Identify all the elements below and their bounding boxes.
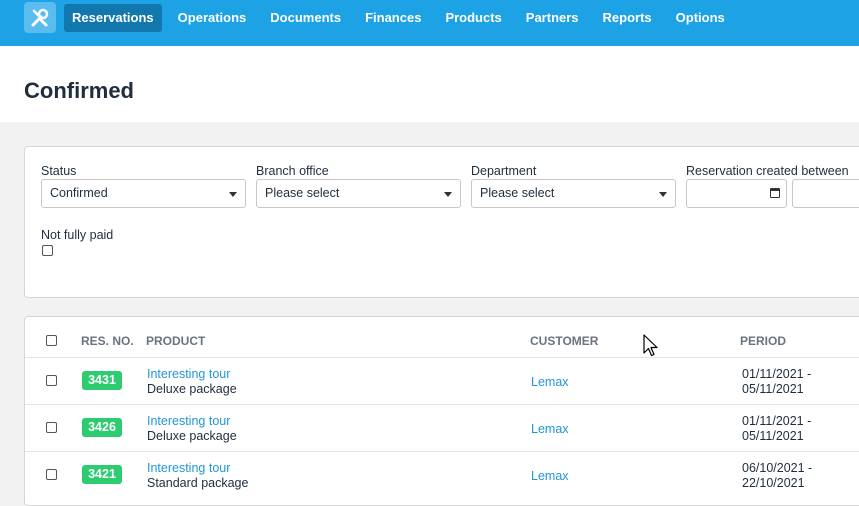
period-end: 22/10/2021: [742, 476, 805, 490]
calendar-icon[interactable]: [770, 188, 780, 198]
column-header-customer[interactable]: CUSTOMER: [530, 334, 598, 348]
select-all-checkbox[interactable]: [46, 335, 57, 346]
customer-link[interactable]: Lemax: [531, 422, 569, 436]
product-link[interactable]: Interesting tour: [147, 367, 230, 381]
package-name: Deluxe package: [147, 382, 237, 396]
column-header-res-no[interactable]: RES. NO.: [81, 334, 134, 348]
customer-link[interactable]: Lemax: [531, 469, 569, 483]
reservation-number-badge[interactable]: 3426: [82, 418, 122, 437]
row-divider: [25, 404, 859, 405]
status-label: Status: [41, 164, 77, 178]
period-end: 05/11/2021: [742, 429, 804, 443]
column-header-period[interactable]: PERIOD: [740, 334, 786, 348]
status-select[interactable]: Confirmed: [41, 179, 246, 208]
customer-link[interactable]: Lemax: [531, 375, 569, 389]
nav-item-finances[interactable]: Finances: [353, 4, 433, 32]
mouse-pointer-icon: [643, 334, 659, 363]
department-label: Department: [471, 164, 537, 178]
row-checkbox[interactable]: [46, 469, 57, 480]
nav-item-options[interactable]: Options: [664, 4, 737, 32]
branch-office-select-value: Please select: [265, 186, 340, 200]
period-end: 05/11/2021: [742, 382, 804, 396]
tools-icon[interactable]: [24, 2, 56, 33]
not-fully-paid-checkbox[interactable]: [42, 245, 53, 256]
created-to-date-input[interactable]: [792, 179, 859, 208]
row-checkbox[interactable]: [46, 375, 57, 386]
nav-item-operations[interactable]: Operations: [166, 4, 259, 32]
nav-item-products[interactable]: Products: [433, 4, 513, 32]
product-link[interactable]: Interesting tour: [147, 414, 230, 428]
reservation-number-badge[interactable]: 3421: [82, 465, 122, 484]
nav-item-partners[interactable]: Partners: [514, 4, 591, 32]
reservation-created-label: Reservation created between: [686, 164, 849, 178]
created-from-date-input[interactable]: [686, 179, 787, 208]
row-divider: [25, 451, 859, 452]
chevron-down-icon: [444, 192, 452, 197]
nav-item-reports[interactable]: Reports: [591, 4, 664, 32]
row-divider: [25, 357, 859, 358]
period-start: 01/11/2021 -: [742, 414, 812, 428]
reservation-number-badge[interactable]: 3431: [82, 371, 122, 390]
page-title: Confirmed: [24, 78, 134, 103]
not-fully-paid-label: Not fully paid: [41, 228, 114, 242]
department-select-value: Please select: [480, 186, 555, 200]
branch-office-label: Branch office: [256, 164, 329, 178]
status-select-value: Confirmed: [50, 186, 108, 200]
period-start: 06/10/2021 -: [742, 461, 813, 475]
period-start: 01/11/2021 -: [742, 367, 812, 381]
column-header-product[interactable]: PRODUCT: [146, 334, 205, 348]
package-name: Standard package: [147, 476, 249, 490]
top-navbar: Reservations Operations Documents Financ…: [0, 0, 859, 46]
page-header: Confirmed: [0, 46, 859, 122]
department-select[interactable]: Please select: [471, 179, 676, 208]
chevron-down-icon: [229, 192, 237, 197]
product-link[interactable]: Interesting tour: [147, 461, 230, 475]
row-checkbox[interactable]: [46, 422, 57, 433]
nav-item-reservations[interactable]: Reservations: [64, 4, 162, 32]
main-nav: Reservations Operations Documents Financ…: [64, 4, 737, 32]
branch-office-select[interactable]: Please select: [256, 179, 461, 208]
chevron-down-icon: [659, 192, 667, 197]
nav-item-documents[interactable]: Documents: [258, 4, 353, 32]
package-name: Deluxe package: [147, 429, 237, 443]
